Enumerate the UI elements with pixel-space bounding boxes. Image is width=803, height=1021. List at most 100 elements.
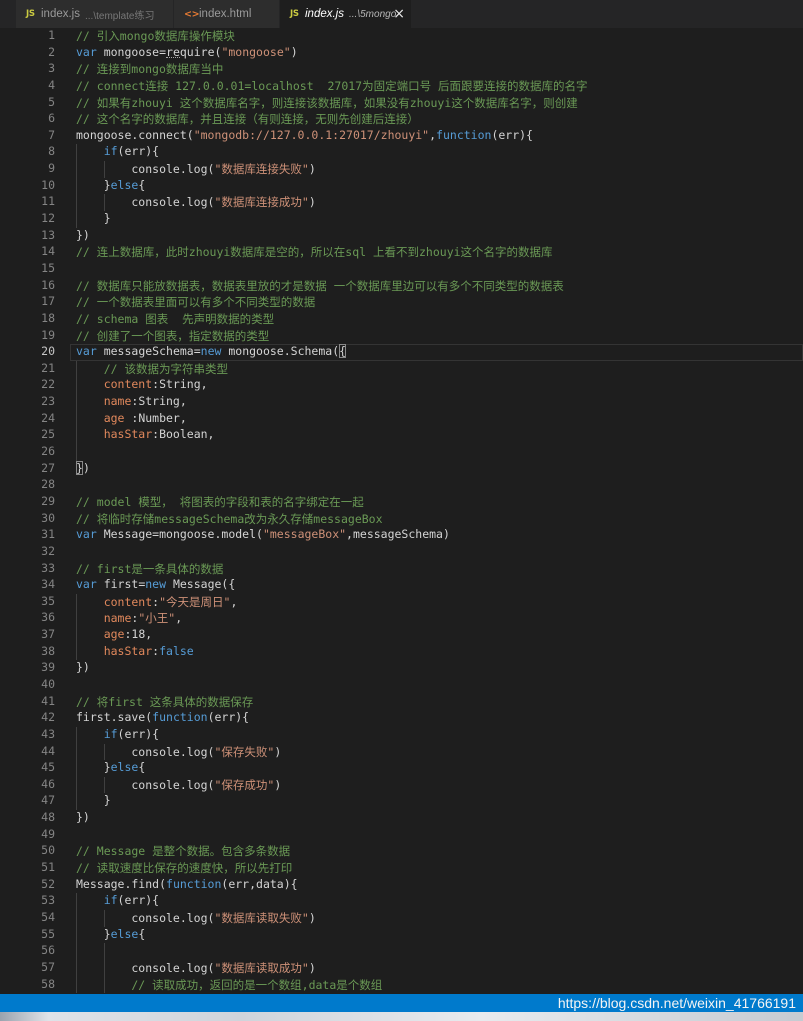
code-line[interactable]: 25 hasStar:Boolean, [0,427,803,444]
code-line[interactable]: 47} [0,793,803,810]
code-line[interactable]: 57 console.log("数据库读取成功") [0,960,803,977]
line-content[interactable]: // schema 图表 先声明数据的类型 [76,311,274,327]
code-line[interactable]: 1 // 引入mongo数据库操作模块 [0,28,803,45]
code-line[interactable]: 13}) [0,228,803,245]
code-line[interactable]: 45}else{ [0,760,803,777]
code-line[interactable]: 3 // 连接到mongo数据库当中 [0,61,803,78]
tab-index-js-template[interactable]: JS index.js ...\template练习 [16,0,173,28]
code-lines[interactable]: 1// 引入mongo数据库操作模块 2 var mongoose=require(… [0,28,803,993]
line-content[interactable]: // first是一条具体的数据 [76,561,223,577]
line-content[interactable]: console.log("数据库读取成功") [76,960,315,977]
code-line[interactable]: 56 [0,943,803,960]
line-content[interactable]: // connect连接 127.0.0.01=localhost 27017为… [76,78,588,94]
code-line[interactable]: 39}) [0,660,803,677]
code-line[interactable]: 12} [0,211,803,228]
line-content[interactable]: mongoose.connect("mongodb://127.0.0.1:27… [76,128,533,142]
code-line[interactable]: 32 [0,544,803,561]
code-line[interactable]: 5 // 如果有zhouyi 这个数据库名字，则连接该数据库，如果没有zhouyi… [0,95,803,112]
code-line[interactable]: 29 // model 模型， 将图表的字段和表的名字绑定在一起 [0,494,803,511]
code-line[interactable]: 36 name:"小王", [0,610,803,627]
code-line[interactable]: 4 // connect连接 127.0.0.01=localhost 27017… [0,78,803,95]
code-line[interactable]: 24 age :Number, [0,411,803,428]
code-line[interactable]: 17 // 一个数据表里面可以有多个不同类型的数据 [0,294,803,311]
line-content[interactable]: name:"小王", [76,610,182,627]
line-content[interactable]: // 读取成功，返回的是一个数组,data是个数组 [76,977,382,994]
tab-index-js-5mongo-active[interactable]: JS index.js ...\5mongo × [280,0,411,28]
line-content[interactable]: }else{ [76,178,146,195]
code-line[interactable]: 46 console.log("保存成功") [0,777,803,794]
line-content[interactable]: hasStar:Boolean, [76,427,215,444]
code-line[interactable]: 22 content:String, [0,377,803,394]
line-content[interactable]: age :Number, [76,411,187,428]
code-line[interactable]: 40 [0,677,803,694]
code-line[interactable]: 49 [0,827,803,844]
code-line[interactable]: 43 if(err){ [0,727,803,744]
line-content[interactable]: var first=new Message({ [76,577,235,591]
line-content[interactable]: } [76,211,111,228]
code-line[interactable]: 51 // 读取速度比保存的速度快，所以先打印 [0,860,803,877]
line-content[interactable]: // model 模型， 将图表的字段和表的名字绑定在一起 [76,494,364,510]
line-content[interactable]: hasStar:false [76,644,194,661]
code-line[interactable]: 55}else{ [0,927,803,944]
line-content[interactable]: content:"今天是周日", [76,594,238,611]
code-line[interactable]: 42 first.save(function(err){ [0,710,803,727]
code-line[interactable]: 8 if(err){ [0,144,803,161]
line-content[interactable]: // 数据库只能放数据表，数据表里放的才是数据 一个数据库里边可以有多个不同类型… [76,278,564,294]
line-content[interactable]: name:String, [76,394,187,411]
line-content[interactable]: var messageSchema=new mongoose.Schema({ [76,344,346,358]
line-content[interactable]: if(err){ [76,893,159,910]
code-line[interactable]: 10}else{ [0,178,803,195]
line-content[interactable]: if(err){ [76,144,159,161]
line-content[interactable]: // 该数据为字符串类型 [76,361,228,378]
code-line[interactable]: 41 // 将first 这条具体的数据保存 [0,694,803,711]
code-line[interactable]: 9 console.log("数据库连接失败") [0,161,803,178]
line-content[interactable]: }) [76,228,90,242]
code-line[interactable]: 50 // Message 是整个数据。包含多条数据 [0,843,803,860]
code-line[interactable]: 16 // 数据库只能放数据表，数据表里放的才是数据 一个数据库里边可以有多个不同… [0,278,803,295]
line-content[interactable]: Message.find(function(err,data){ [76,877,298,891]
code-line[interactable]: 19 // 创建了一个图表，指定数据的类型 [0,328,803,345]
code-line[interactable]: 33 // first是一条具体的数据 [0,561,803,578]
line-content[interactable]: console.log("数据库连接成功") [76,194,315,211]
code-line[interactable]: 58 // 读取成功，返回的是一个数组,data是个数组 [0,977,803,994]
line-content[interactable]: // 创建了一个图表，指定数据的类型 [76,328,269,344]
code-line[interactable]: 14 // 连上数据库，此时zhouyi数据库是空的，所以在sql 上看不到zho… [0,244,803,261]
code-line[interactable]: 20 var messageSchema=new mongoose.Schema(… [0,344,803,361]
line-content[interactable] [76,444,104,461]
code-line[interactable]: 2 var mongoose=require("mongoose") [0,45,803,62]
code-line[interactable]: 27}) [0,461,803,478]
close-tab-icon[interactable]: × [393,6,405,22]
code-line[interactable]: 15 [0,261,803,278]
code-line[interactable]: 23 name:String, [0,394,803,411]
code-line[interactable]: 44 console.log("保存失败") [0,744,803,761]
line-content[interactable]: }else{ [76,927,146,944]
line-content[interactable]: }else{ [76,760,146,777]
code-line[interactable]: 35 content:"今天是周日", [0,594,803,611]
line-content[interactable]: // 将first 这条具体的数据保存 [76,694,253,710]
line-content[interactable]: if(err){ [76,727,159,744]
code-line[interactable]: 28 [0,477,803,494]
line-content[interactable]: }) [76,810,90,824]
code-line[interactable]: 7 mongoose.connect("mongodb://127.0.0.1:2… [0,128,803,145]
code-line[interactable]: 48}) [0,810,803,827]
code-line[interactable]: 31 var Message=mongoose.model("messageBox… [0,527,803,544]
line-content[interactable]: var mongoose=require("mongoose") [76,45,298,59]
line-content[interactable] [76,943,131,960]
line-content[interactable]: // 一个数据表里面可以有多个不同类型的数据 [76,294,315,310]
line-content[interactable]: console.log("数据库读取失败") [76,910,315,927]
line-content[interactable]: console.log("保存成功") [76,777,281,794]
line-content[interactable]: console.log("数据库连接失败") [76,161,315,178]
line-content[interactable]: // 将临时存储messageSchema改为永久存储messageBox [76,511,383,527]
code-line[interactable]: 37 age:18, [0,627,803,644]
code-line[interactable]: 53 if(err){ [0,893,803,910]
code-line[interactable]: 6 // 这个名字的数据库，并且连接（有则连接，无则先创建后连接） [0,111,803,128]
line-content[interactable]: age:18, [76,627,152,644]
code-line[interactable]: 52 Message.find(function(err,data){ [0,877,803,894]
line-content[interactable]: first.save(function(err){ [76,710,249,724]
code-line[interactable]: 11 console.log("数据库连接成功") [0,194,803,211]
line-content[interactable]: console.log("保存失败") [76,744,281,761]
line-content[interactable]: content:String, [76,377,208,394]
line-content[interactable]: // 如果有zhouyi 这个数据库名字，则连接该数据库，如果没有zhouyi这… [76,95,578,111]
line-content[interactable]: }) [76,660,90,674]
code-line[interactable]: 30 // 将临时存储messageSchema改为永久存储messageBox [0,511,803,528]
